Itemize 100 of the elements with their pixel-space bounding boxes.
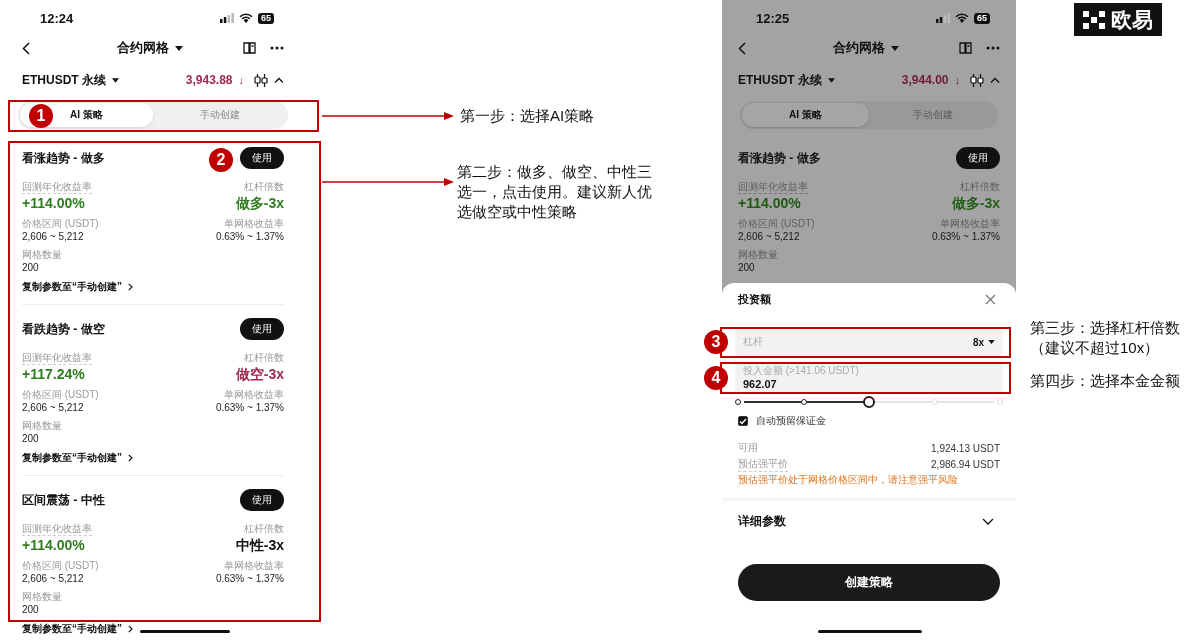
metric-value: 200 xyxy=(738,261,756,274)
clock-time: 12:24 xyxy=(40,10,74,26)
book-icon[interactable] xyxy=(959,42,972,54)
chevron-right-icon[interactable] xyxy=(128,625,133,633)
candlestick-icon[interactable] xyxy=(254,73,268,87)
metric-value: 200 xyxy=(22,432,40,445)
caret-icon[interactable] xyxy=(112,77,119,83)
price: 3,943.88 xyxy=(185,73,233,87)
return-value: +114.00% xyxy=(22,536,86,554)
return-value: +114.00% xyxy=(738,194,802,212)
tab[interactable]: AI 策略 xyxy=(742,103,869,127)
leverage-value: 中性-3x xyxy=(235,536,284,554)
metric-label: 价格区间 (USDT) xyxy=(22,389,100,401)
metric-value: 0.63% ~ 1.37% xyxy=(215,401,284,414)
details-row[interactable]: 详细参数 xyxy=(738,509,1000,533)
info-label: 可用 xyxy=(738,441,758,455)
sheet-title: 投资额 xyxy=(738,291,771,307)
info-value: 2,986.94 USDT xyxy=(931,458,1000,470)
use-button[interactable]: 使用 xyxy=(240,147,284,169)
strategy-title: 区间震荡 - 中性 xyxy=(22,491,105,509)
battery-level: 65 xyxy=(258,12,274,24)
chevron-down-icon[interactable] xyxy=(982,517,994,525)
price-trend: ↓ xyxy=(954,74,960,86)
back-icon[interactable] xyxy=(738,41,746,55)
price-trend: ↓ xyxy=(238,74,244,86)
use-button[interactable]: 使用 xyxy=(956,147,1000,169)
metric-value: 2,606 ~ 5,212 xyxy=(22,401,85,414)
metric-label: 单网格收益率 xyxy=(224,560,284,572)
wifi-icon xyxy=(239,13,253,23)
warning-text: 预估强平价处于网格价格区间中，请注意强平风险 xyxy=(738,473,959,487)
metric-value: 0.63% ~ 1.37% xyxy=(215,230,284,243)
checker-logo-icon xyxy=(1083,10,1105,29)
metric-label: 杠杆倍数 xyxy=(244,181,284,194)
candlestick-icon[interactable] xyxy=(970,73,984,87)
create-strategy-button[interactable]: 创建策略 xyxy=(738,564,1000,601)
metric-value: 2,606 ~ 5,212 xyxy=(22,572,85,585)
chevron-right-icon[interactable] xyxy=(128,283,133,291)
leverage-field[interactable]: 杠杆 8x xyxy=(735,329,1003,355)
battery-level: 65 xyxy=(974,12,990,24)
metric-label: 单网格收益率 xyxy=(224,218,284,230)
slider-stop[interactable] xyxy=(735,399,741,405)
metric-label: 杠杆倍数 xyxy=(244,523,284,536)
metric-value: 0.63% ~ 1.37% xyxy=(215,572,284,585)
book-icon[interactable] xyxy=(243,42,256,54)
caret-icon[interactable] xyxy=(988,340,995,344)
caret-icon[interactable] xyxy=(828,77,835,83)
page-title[interactable]: 合约网格 xyxy=(116,39,169,57)
info-value: 1,924.13 USDT xyxy=(931,442,1000,454)
return-value: +114.00% xyxy=(22,194,86,212)
chevron-right-icon[interactable] xyxy=(128,454,133,462)
metric-label: 回测年化收益率 xyxy=(22,523,92,536)
caret-icon[interactable] xyxy=(890,45,899,51)
leverage-value: 做空-3x xyxy=(235,365,284,383)
back-icon[interactable] xyxy=(22,41,30,55)
checkbox-label: 自动预留保证金 xyxy=(756,414,826,428)
logo: 欧易 xyxy=(1074,3,1162,36)
leverage-value: 做多-3x xyxy=(951,194,1000,212)
slider-track[interactable] xyxy=(738,396,1000,408)
page-title[interactable]: 合约网格 xyxy=(832,39,885,57)
metric-label: 网格数量 xyxy=(22,249,63,261)
more-icon[interactable] xyxy=(270,46,284,50)
copy-params-link[interactable]: 复制参数至“手动创建” xyxy=(22,622,122,636)
info-label: 预估强平价 xyxy=(738,456,788,472)
use-button[interactable]: 使用 xyxy=(240,318,284,340)
metric-value: 200 xyxy=(22,261,40,274)
clock-time: 12:25 xyxy=(756,10,790,26)
strategy-title: 看涨趋势 - 做多 xyxy=(738,149,821,167)
metric-label: 网格数量 xyxy=(22,591,63,603)
slider-thumb[interactable] xyxy=(863,396,875,408)
more-icon[interactable] xyxy=(986,46,1000,50)
strategy-title: 看涨趋势 - 做多 xyxy=(22,149,105,167)
metric-value: 2,606 ~ 5,212 xyxy=(22,230,85,243)
amount-field[interactable]: 投入金额 (>141.06 USDT) 962.07 xyxy=(735,363,1003,392)
caret-icon[interactable] xyxy=(174,45,183,51)
copy-params-link[interactable]: 复制参数至“手动创建” xyxy=(22,280,122,294)
metric-label: 单网格收益率 xyxy=(224,389,284,401)
close-icon[interactable] xyxy=(985,293,996,305)
signal-icon xyxy=(220,13,234,23)
metric-label: 价格区间 (USDT) xyxy=(22,560,100,572)
metric-label: 回测年化收益率 xyxy=(22,352,92,365)
metric-label: 回测年化收益率 xyxy=(22,181,92,194)
use-button[interactable]: 使用 xyxy=(240,489,284,511)
step-note: 第二步：做多、做空、中性三选一，点击使用。建议新人优选做空或中性策略 xyxy=(457,162,653,222)
metric-value: 200 xyxy=(22,603,40,616)
chevron-up-icon[interactable] xyxy=(990,77,1000,83)
copy-params-link[interactable]: 复制参数至“手动创建” xyxy=(22,451,122,465)
price: 3,944.00 xyxy=(901,73,949,87)
step-marker: 4 xyxy=(704,366,728,390)
pair-name[interactable]: ETHUSDT 永续 xyxy=(738,71,822,89)
metric-value: 0.63% ~ 1.37% xyxy=(931,230,1000,243)
checkbox[interactable] xyxy=(738,416,748,426)
metric-label: 杠杆倍数 xyxy=(244,352,284,365)
step-note: 第三步：选择杠杆倍数（建议不超过10x） xyxy=(1030,318,1181,358)
chevron-up-icon[interactable] xyxy=(274,77,284,83)
step-note: 第四步：选择本金金额 xyxy=(1030,371,1180,391)
leverage-value: 做多-3x xyxy=(235,194,284,212)
return-value: +117.24% xyxy=(22,365,86,383)
strategy-title: 看跌趋势 - 做空 xyxy=(22,320,105,338)
pair-name[interactable]: ETHUSDT 永续 xyxy=(22,71,106,89)
slider-stop[interactable] xyxy=(800,399,807,405)
